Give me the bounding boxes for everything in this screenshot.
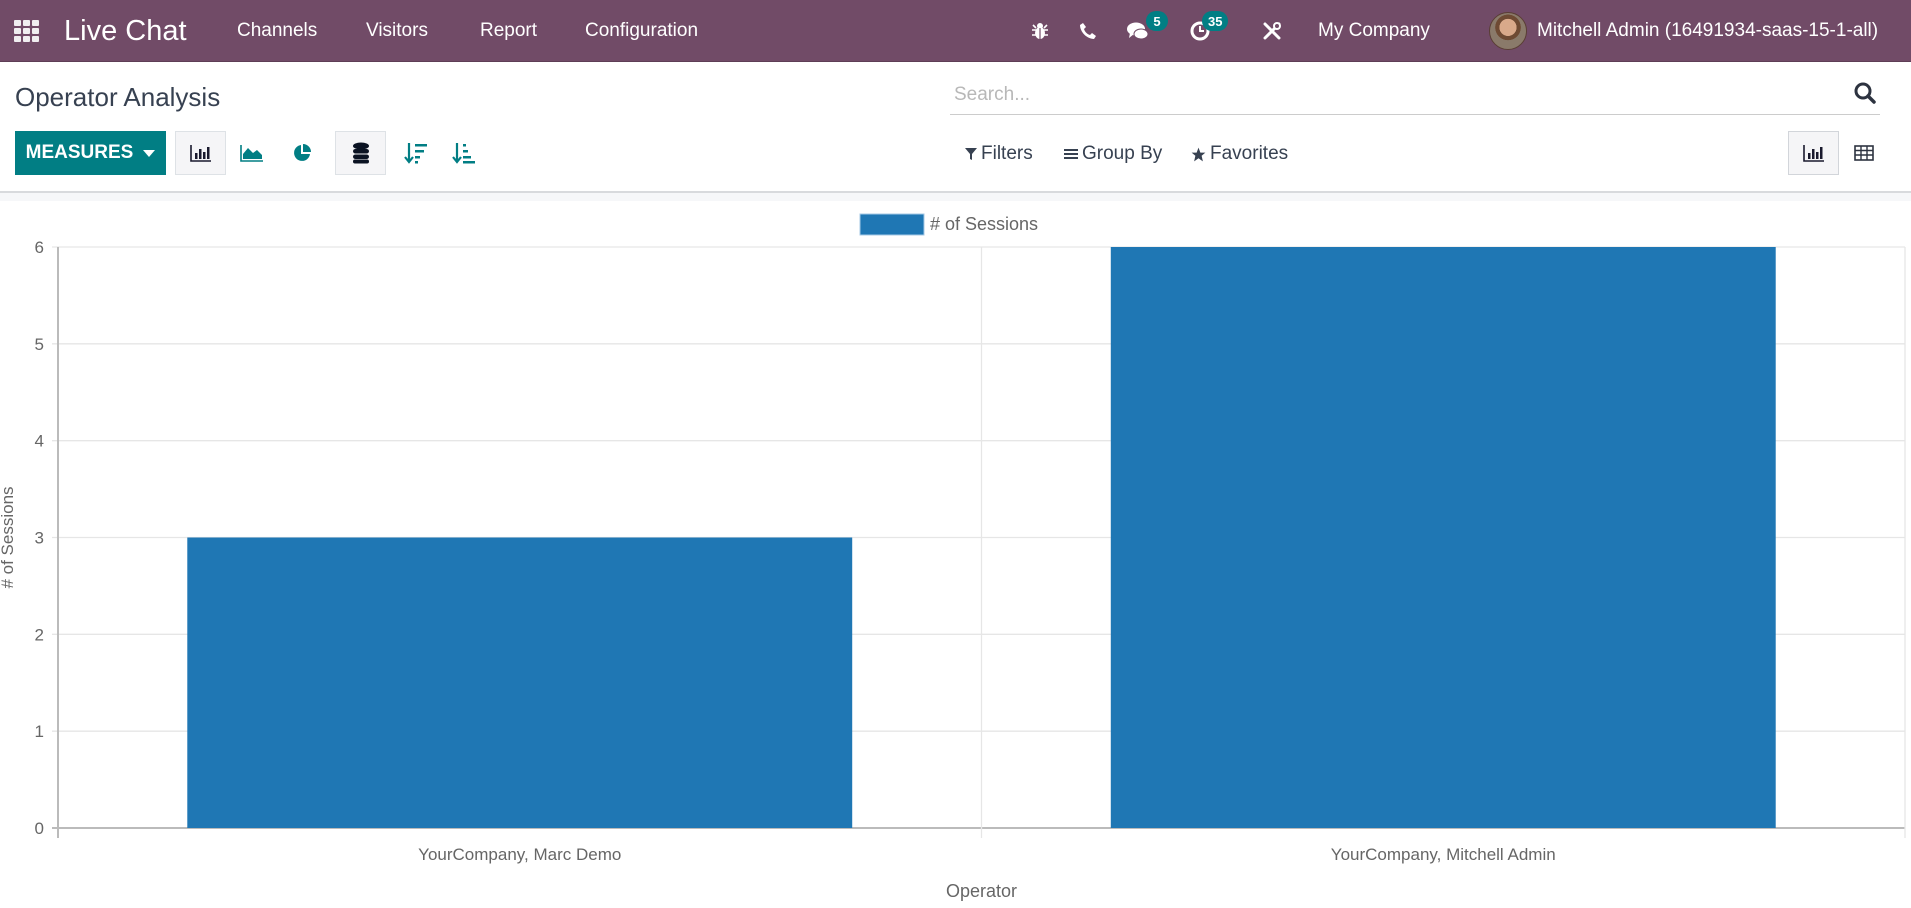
user-name: Mitchell Admin (16491934-saas-15-1-all) [1537,20,1879,41]
y-tick-label: 0 [35,819,44,838]
line-chart-mode-button[interactable] [226,131,277,175]
y-tick-label: 3 [35,529,44,548]
filters-button[interactable]: Filters [965,140,1033,168]
company-switcher[interactable]: My Company [1318,0,1430,62]
filters-label: Filters [981,143,1033,164]
y-tick-label: 5 [35,335,44,354]
menu-visitors[interactable]: Visitors [366,0,428,62]
graph-view-button[interactable] [1788,131,1839,175]
menu-configuration[interactable]: Configuration [585,0,698,62]
bar-chart-icon [189,145,211,162]
sort-amount-down-icon [403,143,427,164]
search-bar [950,62,1880,115]
y-tick-label: 1 [35,722,44,741]
divider [0,193,1911,201]
star-icon [1191,147,1206,161]
bar[interactable] [187,537,853,829]
y-tick-label: 6 [35,238,44,257]
chat-icon[interactable] [1123,0,1153,62]
search-input[interactable] [954,82,1814,108]
x-tick-label: YourCompany, Marc Demo [418,845,621,864]
user-menu[interactable]: Mitchell Admin (16491934-saas-15-1-all) [1489,0,1878,62]
pie-chart-mode-button[interactable] [276,131,327,175]
y-tick-label: 2 [35,625,44,644]
control-panel: Operator Analysis MEASURES Filters Group… [0,62,1911,193]
database-icon [352,142,369,164]
phone-icon[interactable] [1073,0,1103,62]
menu-report[interactable]: Report [480,0,537,62]
y-axis-label: # of Sessions [0,486,17,588]
page-title: Operator Analysis [15,82,221,112]
stacked-toggle-button[interactable] [335,131,386,175]
group-by-label: Group By [1082,143,1163,164]
search-icon[interactable] [1852,80,1878,108]
x-tick-label: YourCompany, Mitchell Admin [1331,845,1556,864]
measures-label: MEASURES [25,142,134,163]
y-tick-label: 4 [35,432,44,451]
chart-area: 0 1 2 3 4 5 6 YourCompany, Marc Demo YourCompany… [0,201,1911,903]
caret-down-icon [143,149,156,157]
area-chart-icon [239,145,263,162]
sort-ascending-button[interactable] [438,131,489,175]
apps-menu-icon[interactable] [14,0,40,62]
bar[interactable] [1110,247,1776,828]
x-axis-label: Operator [946,881,1017,901]
avatar [1489,12,1527,50]
legend-swatch[interactable] [859,213,925,236]
measures-button[interactable]: MEASURES [15,131,166,175]
bars-icon [1064,149,1078,159]
bar-chart-icon [1802,145,1824,162]
messages-badge: 5 [1146,11,1168,31]
filter-icon [965,148,977,160]
pie-chart-icon [293,144,311,161]
app-title[interactable]: Live Chat [64,0,187,62]
top-navbar: Live Chat Channels Visitors Report Confi… [0,0,1911,62]
favorites-label: Favorites [1210,143,1289,164]
sort-descending-button[interactable] [390,131,441,175]
bar-chart-mode-button[interactable] [175,131,226,175]
sort-amount-up-icon [451,143,475,164]
bar-chart: 0 1 2 3 4 5 6 YourCompany, Marc Demo YourCompany… [0,213,1906,901]
table-icon [1853,145,1874,161]
pivot-view-button[interactable] [1838,131,1889,175]
tools-icon[interactable] [1257,0,1287,62]
clock-icon[interactable] [1185,0,1215,62]
legend-label[interactable]: # of Sessions [930,214,1038,234]
group-by-button[interactable]: Group By [1064,140,1162,168]
activities-badge: 35 [1202,11,1229,31]
bug-icon[interactable] [1025,0,1055,62]
favorites-button[interactable]: Favorites [1191,140,1288,168]
menu-channels[interactable]: Channels [237,0,317,62]
